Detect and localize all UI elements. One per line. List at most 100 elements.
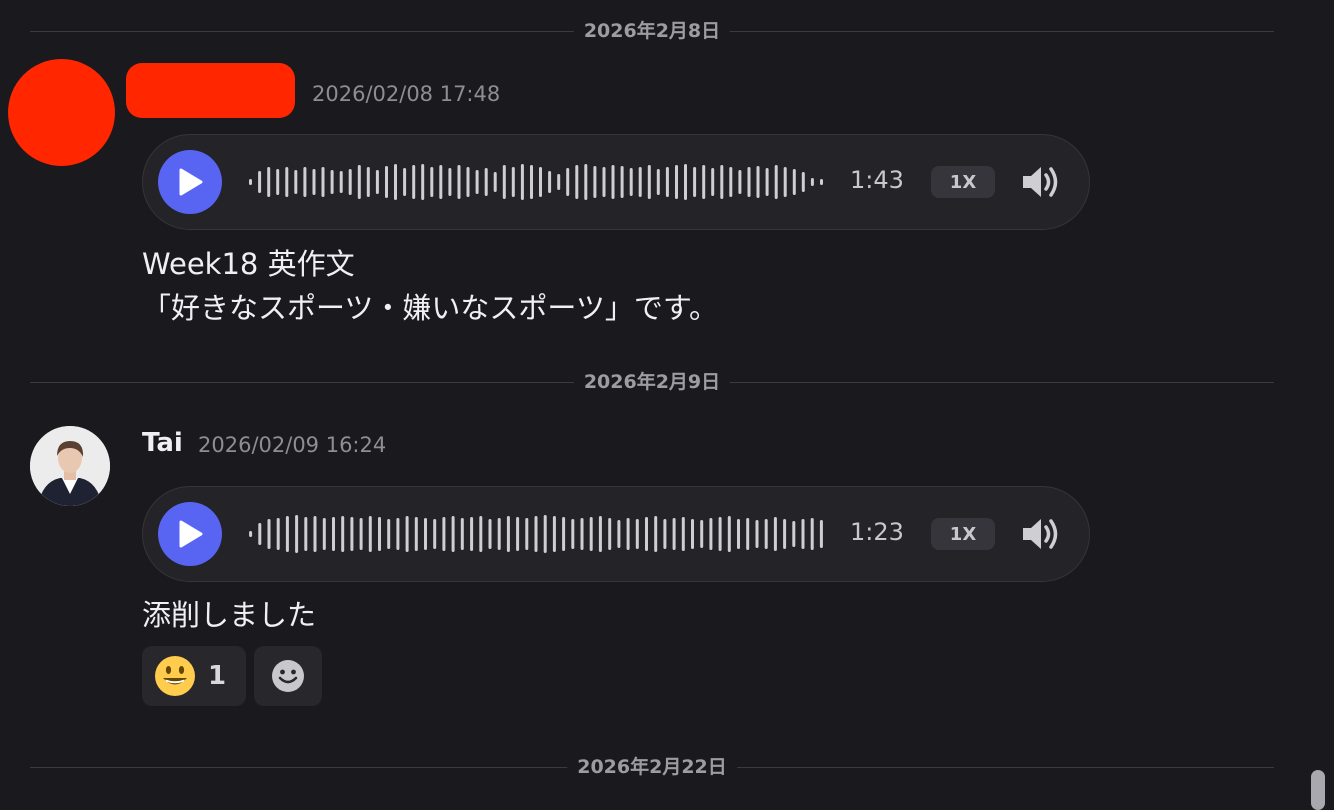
waveform-bar — [654, 516, 658, 552]
waveform-bar — [617, 520, 621, 548]
waveform-bar — [645, 517, 648, 551]
date-divider-label: 2026年2月22日 — [567, 757, 737, 777]
voice-duration: 1:23 — [850, 518, 904, 546]
waveform-bar — [681, 517, 685, 551]
message-text-line: Week18 英作文 — [142, 247, 355, 281]
play-button[interactable] — [158, 150, 222, 214]
waveform-bar — [332, 517, 335, 551]
waveform-bar — [303, 167, 307, 197]
waveform-bar — [285, 167, 289, 197]
waveform-bar — [801, 519, 805, 549]
waveform-bar — [412, 165, 416, 199]
waveform-bar — [638, 167, 642, 197]
waveform-bar — [539, 167, 542, 197]
waveform-bar — [820, 179, 823, 185]
waveform-bar — [647, 165, 651, 199]
waveform[interactable] — [246, 513, 826, 555]
waveform-bar — [747, 167, 751, 197]
waveform-bar — [366, 167, 370, 197]
waveform-bar — [589, 517, 593, 551]
waveform-bar — [387, 519, 391, 549]
waveform-bar — [511, 167, 515, 197]
waveform-bar — [729, 167, 733, 197]
date-divider-label: 2026年2月8日 — [573, 21, 731, 41]
waveform-bar — [548, 171, 552, 193]
message-timestamp: 2026/02/09 16:24 — [198, 433, 387, 457]
waveform-bar — [295, 515, 299, 553]
waveform-bar — [405, 516, 409, 552]
waveform-bar — [479, 516, 483, 552]
username[interactable]: Tai — [142, 428, 183, 458]
waveform-bar — [764, 519, 768, 549]
waveform-bar — [611, 165, 615, 199]
waveform-bar — [566, 168, 570, 196]
play-button[interactable] — [158, 502, 222, 566]
waveform-bar — [339, 171, 343, 193]
waveform-bar — [773, 517, 777, 551]
date-divider: 2026年2月9日 — [30, 372, 1274, 392]
waveform-bar — [520, 164, 524, 200]
waveform-bar — [530, 165, 533, 199]
waveform-bar — [304, 517, 308, 551]
waveform-bar — [608, 518, 612, 550]
reaction-chip[interactable]: 1 — [142, 646, 246, 706]
waveform-bar — [285, 516, 289, 552]
waveform-bar — [475, 170, 479, 194]
waveform-bar — [684, 164, 687, 200]
waveform-bar — [258, 523, 262, 545]
waveform-bar — [442, 517, 446, 551]
waveform-bar — [267, 167, 271, 197]
waveform-bar — [675, 165, 678, 199]
waveform-bar — [543, 515, 547, 553]
playback-speed-button[interactable]: 1X — [931, 518, 995, 550]
waveform-bar — [672, 518, 676, 550]
volume-icon[interactable] — [1020, 514, 1064, 554]
waveform-bar — [810, 178, 814, 186]
add-reaction-icon — [272, 660, 304, 692]
waveform-bar — [575, 165, 579, 199]
waveform-bar — [593, 166, 597, 198]
waveform-bar — [709, 518, 713, 550]
waveform-bar — [584, 164, 588, 200]
playback-speed-button[interactable]: 1X — [931, 166, 995, 198]
waveform-bar — [321, 167, 325, 197]
waveform-bar — [711, 168, 715, 196]
waveform[interactable] — [246, 161, 826, 203]
waveform-bar — [497, 518, 501, 550]
waveform-bar — [488, 519, 492, 549]
waveform-bar — [598, 516, 602, 552]
waveform-bar — [693, 167, 697, 197]
waveform-bar — [534, 516, 538, 552]
waveform-bar — [783, 167, 787, 197]
waveform-bar — [665, 167, 669, 197]
date-divider: 2026年2月22日 — [30, 757, 1274, 777]
waveform-bar — [378, 517, 381, 551]
waveform-bar — [249, 179, 252, 185]
reaction-count: 1 — [208, 661, 227, 691]
waveform-bar — [810, 518, 814, 550]
waveform-bar — [439, 165, 443, 199]
scrollbar-thumb[interactable] — [1311, 770, 1325, 810]
waveform-bar — [571, 519, 575, 549]
date-divider: 2026年2月8日 — [30, 21, 1274, 41]
waveform-bar — [774, 165, 778, 199]
waveform-bar — [552, 516, 556, 552]
waveform-bar — [249, 531, 253, 537]
waveform-bar — [727, 516, 731, 552]
waveform-bar — [348, 169, 352, 195]
waveform-bar — [330, 170, 334, 194]
waveform-bar — [460, 518, 464, 550]
waveform-bar — [424, 518, 427, 550]
waveform-bar — [801, 172, 805, 192]
avatar[interactable] — [30, 426, 110, 506]
waveform-bar — [737, 519, 740, 549]
volume-icon[interactable] — [1020, 162, 1064, 202]
waveform-bar — [580, 518, 584, 550]
waveform-bar — [433, 519, 437, 549]
avatar-redacted[interactable] — [8, 59, 115, 166]
waveform-bar — [502, 165, 506, 199]
username-redacted[interactable] — [126, 63, 295, 118]
voice-duration: 1:43 — [850, 166, 904, 194]
waveform-bar — [746, 518, 750, 550]
add-reaction-button[interactable] — [254, 646, 322, 706]
